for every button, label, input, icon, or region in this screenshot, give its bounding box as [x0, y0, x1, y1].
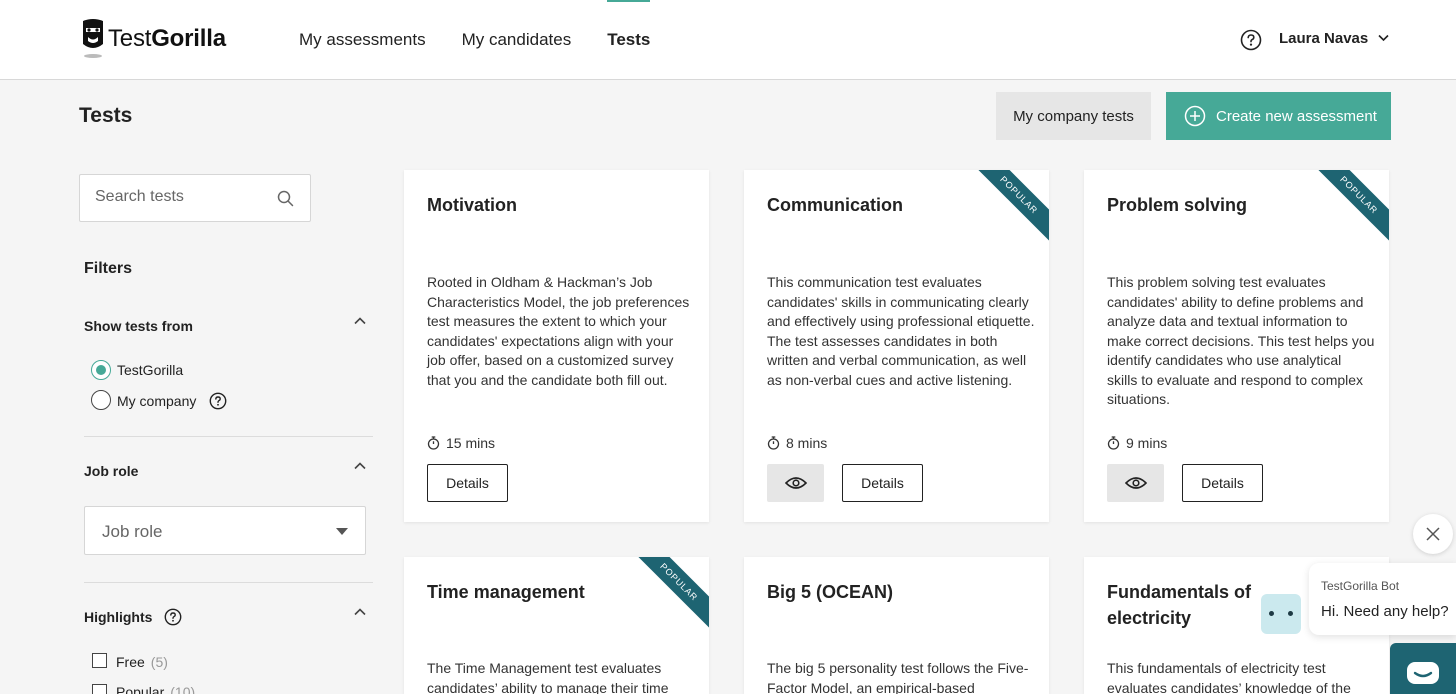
card-description: This problem solving test evaluates cand…: [1107, 274, 1375, 407]
radio-my-company[interactable]: [91, 390, 111, 410]
chat-bot-name: TestGorilla Bot: [1321, 579, 1400, 593]
help-icon[interactable]: [209, 392, 227, 410]
card-title: Problem solving: [1107, 195, 1248, 215]
help-icon[interactable]: [164, 608, 182, 626]
chat-bubble[interactable]: TestGorilla Bot Hi. Need any help?: [1309, 563, 1456, 635]
chat-bubble-icon: [1407, 662, 1439, 684]
chat-launcher-button[interactable]: [1390, 643, 1456, 694]
card-title: Big 5 (OCEAN): [767, 582, 893, 602]
chevron-up-icon[interactable]: [354, 608, 366, 616]
highlights-title[interactable]: Highlights: [84, 609, 152, 625]
card-description: Rooted in Oldham & Hackman’s Job Charact…: [427, 274, 690, 388]
logo-wordmark: TestGorilla: [108, 25, 226, 52]
filter-divider: [84, 582, 373, 583]
filters-title: Filters: [84, 260, 133, 277]
card-description: This communication test evaluates candid…: [767, 274, 1035, 388]
search-box: [79, 174, 311, 222]
main-nav: My assessments My candidates Tests: [299, 0, 686, 79]
create-new-assessment-label: Create new assessment: [1216, 107, 1377, 125]
card-title: Motivation: [427, 195, 517, 215]
chat-close-button[interactable]: [1413, 514, 1453, 554]
create-new-assessment-button[interactable]: Create new assessment: [1166, 92, 1391, 140]
filter-divider: [84, 436, 373, 437]
my-company-tests-button[interactable]: My company tests: [996, 92, 1151, 140]
job-role-select[interactable]: Job role: [84, 506, 366, 555]
card-duration: 9 mins: [1107, 435, 1167, 451]
page-title: Tests: [79, 104, 133, 127]
test-card-problem-solving[interactable]: POPULAR Problem solving This problem sol…: [1084, 170, 1389, 522]
card-title: Fundamentals of electricity: [1107, 582, 1252, 628]
test-card-big-5[interactable]: Big 5 (OCEAN) The big 5 personality test…: [744, 557, 1049, 694]
preview-button[interactable]: [1107, 464, 1164, 502]
checkbox-popular[interactable]: [92, 684, 107, 694]
user-name[interactable]: Laura Navas: [1279, 30, 1368, 47]
bot-avatar: [1261, 594, 1301, 634]
close-icon: [1426, 527, 1440, 541]
checkbox-free[interactable]: [92, 653, 107, 668]
details-button[interactable]: Details: [427, 464, 508, 502]
chevron-up-icon[interactable]: [354, 317, 366, 325]
testgorilla-logo[interactable]: TestGorilla: [80, 18, 226, 60]
card-description: The Time Management test evaluates candi…: [427, 660, 669, 694]
help-icon[interactable]: [1240, 29, 1262, 51]
test-card-motivation[interactable]: Motivation Rooted in Oldham & Hackman’s …: [404, 170, 709, 522]
gorilla-logo-icon: [83, 19, 103, 58]
top-header: TestGorilla My assessments My candidates…: [0, 0, 1456, 80]
show-tests-from-title[interactable]: Show tests from: [84, 318, 193, 334]
card-description: This fundamentals of electricity test ev…: [1107, 660, 1351, 694]
job-role-title[interactable]: Job role: [84, 463, 138, 479]
chevron-down-icon[interactable]: [1378, 34, 1389, 42]
plus-circle-icon: [1184, 105, 1206, 127]
eye-icon: [1124, 477, 1147, 489]
caret-down-icon: [336, 528, 348, 535]
stopwatch-icon: [767, 436, 780, 450]
checkbox-popular-label[interactable]: Popular (10): [116, 684, 195, 694]
card-duration: 15 mins: [427, 435, 495, 451]
test-card-time-management[interactable]: POPULAR Time management The Time Managem…: [404, 557, 709, 694]
search-input[interactable]: [95, 188, 265, 206]
radio-my-company-label[interactable]: My company: [117, 393, 196, 409]
test-card-communication[interactable]: POPULAR Communication This communication…: [744, 170, 1049, 522]
radio-testgorilla[interactable]: [91, 360, 111, 380]
card-title: Time management: [427, 582, 585, 602]
eye-icon: [784, 477, 807, 489]
stopwatch-icon: [427, 436, 440, 450]
chat-message: Hi. Need any help?: [1321, 603, 1449, 620]
card-duration: 8 mins: [767, 435, 827, 451]
nav-my-candidates[interactable]: My candidates: [462, 0, 572, 79]
radio-testgorilla-label[interactable]: TestGorilla: [117, 362, 183, 378]
job-role-placeholder: Job role: [102, 522, 163, 541]
nav-tests[interactable]: Tests: [607, 0, 651, 79]
card-description: The big 5 personality test follows the F…: [767, 660, 1029, 694]
checkbox-free-label[interactable]: Free (5): [116, 654, 168, 670]
search-icon[interactable]: [277, 190, 294, 207]
preview-button[interactable]: [767, 464, 824, 502]
details-button[interactable]: Details: [842, 464, 923, 502]
stopwatch-icon: [1107, 436, 1120, 450]
nav-my-assessments[interactable]: My assessments: [299, 0, 426, 79]
details-button[interactable]: Details: [1182, 464, 1263, 502]
card-title: Communication: [767, 195, 904, 215]
chevron-up-icon[interactable]: [354, 462, 366, 470]
